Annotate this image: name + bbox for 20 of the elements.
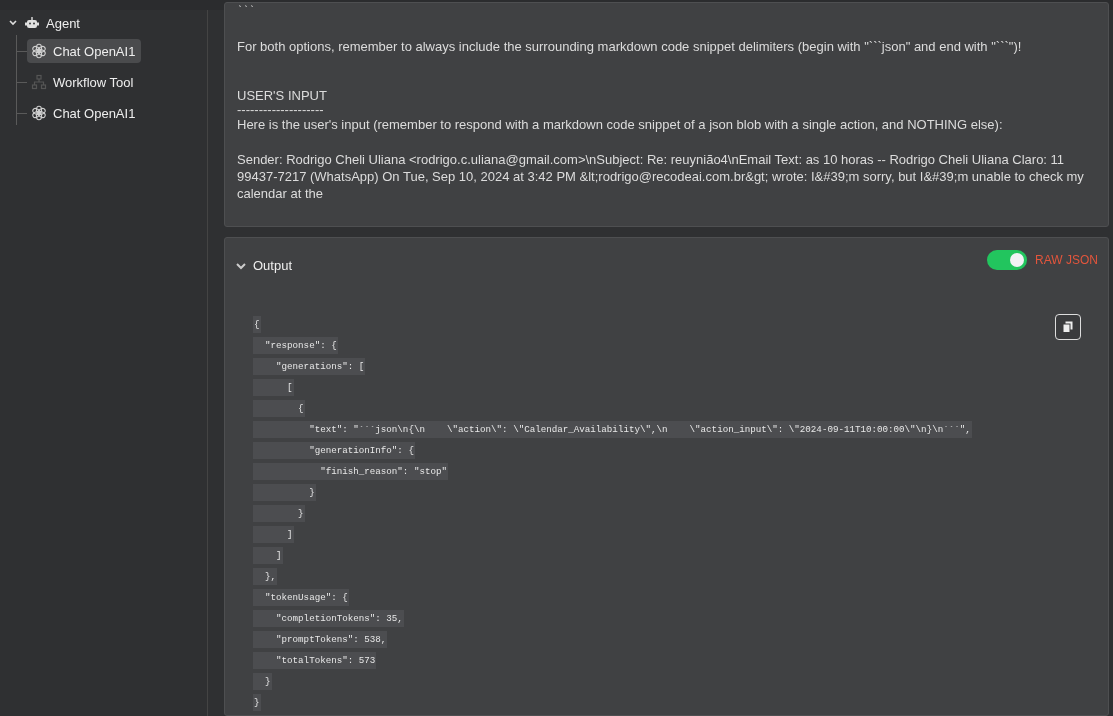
- tree-item[interactable]: Chat OpenAI1: [27, 101, 142, 125]
- code-text: ```: [237, 4, 256, 19]
- prompt-text: Sender: Rodrigo Cheli Uliana <rodrigo.c.uliana@gmail.com>\nSubject: Re: reuynião4\nEmail Text: as 10 horas -- Rodrigo Cheli Uliana Claro: 11 99437-7217 (WhatsApp) On Tue, Sep 10, 2024 at 3:42 PM &lt;rodrigo@recodeai.com.br&gt; wrote: I&#39;m sorry, but I&#39;m unable to check my calendar at the: [237, 151, 1085, 202]
- network-icon: [31, 74, 47, 90]
- tree-item[interactable]: Agent: [4, 11, 86, 35]
- section-heading: USER'S INPUT: [237, 87, 328, 104]
- knot-icon: [31, 43, 47, 59]
- tree-item[interactable]: Chat OpenAI1: [27, 39, 142, 63]
- output-toggle[interactable]: Output: [235, 250, 293, 273]
- prompt-text: Here is the user's input (remember to respond with a markdown code snippet of a json blob with a single action, and NOTHING else):: [237, 116, 1004, 133]
- prompt-text: For both options, remember to always include the surrounding markdown code snippet delimiters (begin with "```json" and end with "```")!: [237, 38, 1023, 55]
- raw-json-switch[interactable]: [987, 250, 1028, 270]
- robot-icon: [24, 15, 40, 31]
- raw-json-label: RAW JSON: [1035, 253, 1098, 267]
- dashed-rule-text: --------------------: [237, 104, 325, 116]
- copy-icon: [1062, 321, 1074, 333]
- chevron-icon[interactable]: [8, 18, 18, 28]
- tree-item[interactable]: Workflow Tool: [27, 70, 140, 94]
- copy-button[interactable]: [1055, 314, 1081, 340]
- knot-icon: [31, 105, 47, 121]
